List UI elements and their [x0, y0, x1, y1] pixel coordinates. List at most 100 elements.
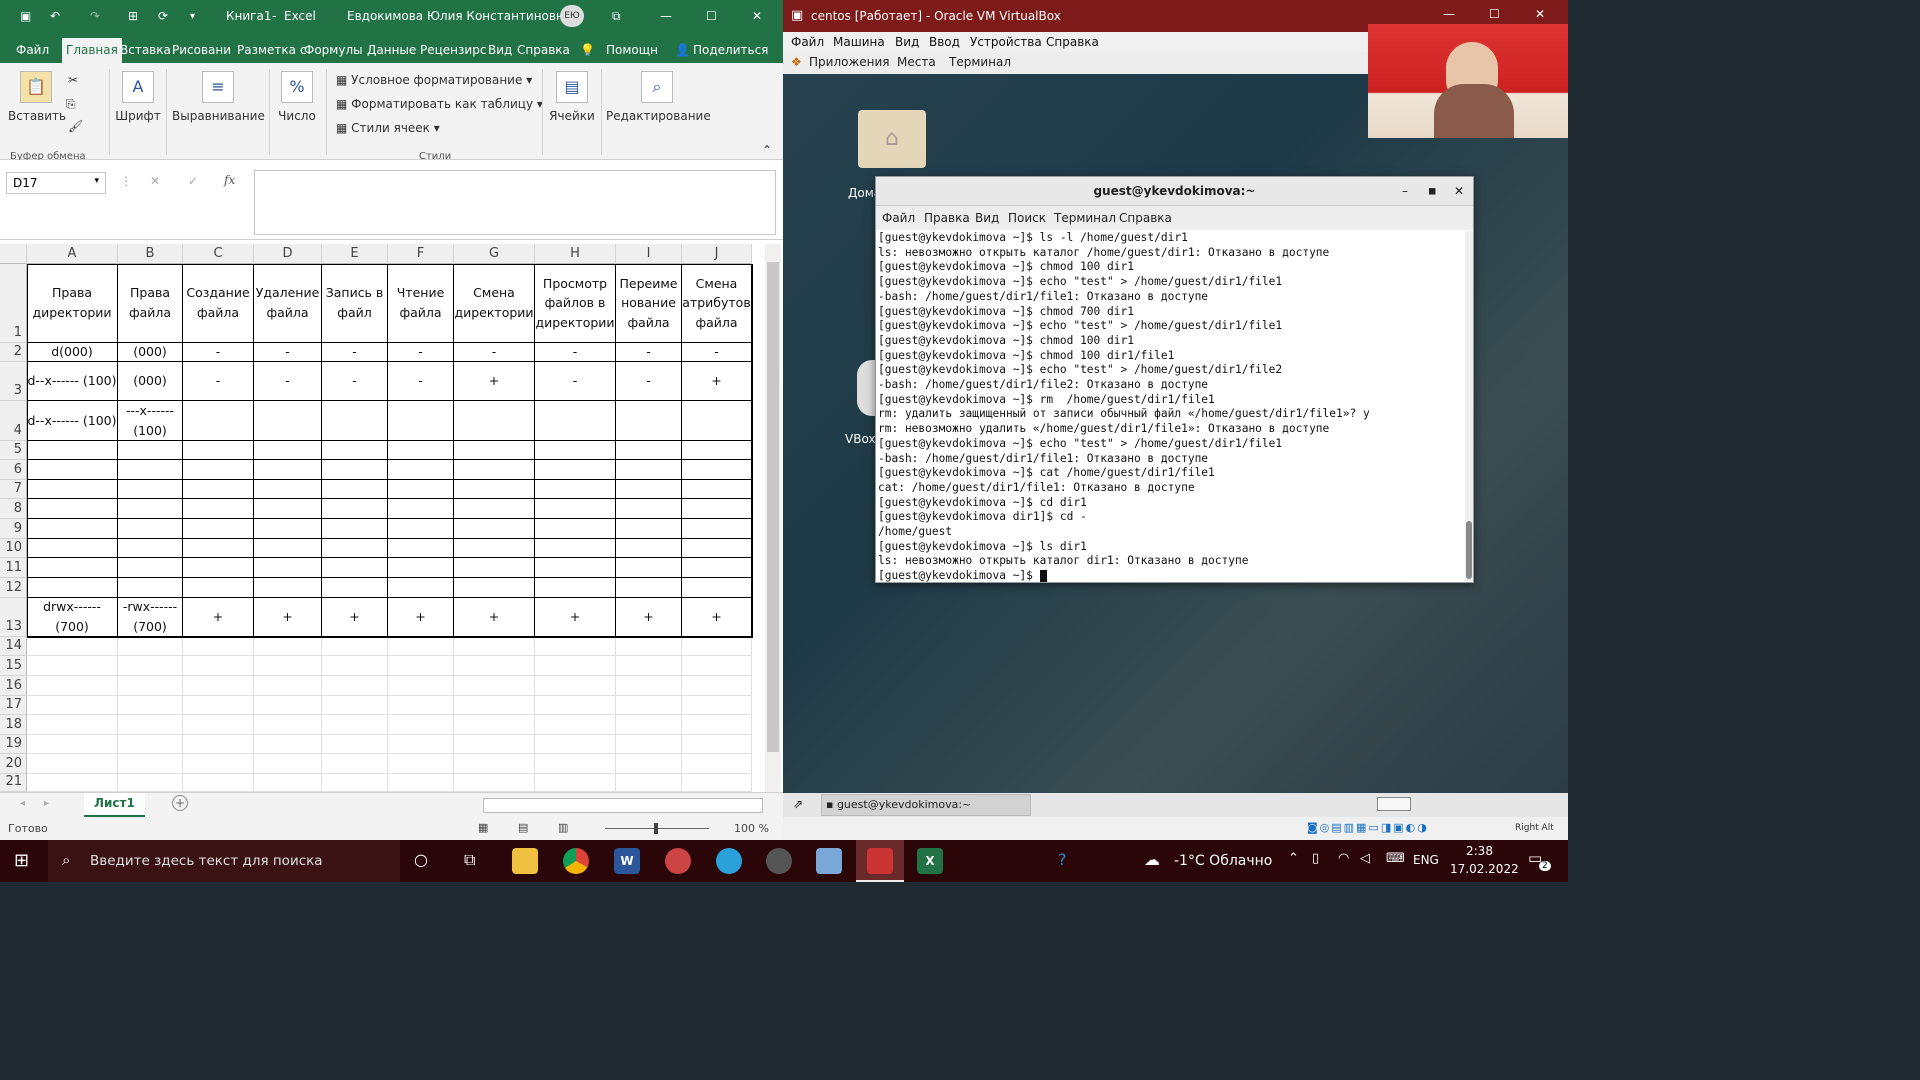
minimize-icon[interactable]: — [660, 9, 672, 23]
cell-d1[interactable]: Удаление файла [254, 264, 322, 343]
desktop-home-folder[interactable]: ⌂ Дома [848, 110, 926, 200]
cell-h14[interactable] [535, 637, 616, 656]
cell-i3[interactable]: - [616, 362, 682, 401]
cell-c9[interactable] [183, 519, 254, 539]
row-header-3[interactable]: 3 [0, 362, 27, 401]
select-all-corner[interactable] [0, 244, 27, 264]
cell-j20[interactable] [682, 754, 752, 774]
virtualbox-icon[interactable] [816, 848, 842, 874]
cell-e12[interactable] [322, 578, 388, 598]
cell-a21[interactable] [27, 774, 118, 792]
cell-i11[interactable] [616, 558, 682, 578]
vbox-menu-machine[interactable]: Машина [833, 35, 885, 49]
cell-g3[interactable]: + [454, 362, 535, 401]
cell-a6[interactable] [27, 460, 118, 480]
cell-c4[interactable] [183, 401, 254, 441]
cell-d7[interactable] [254, 480, 322, 499]
zoom-level[interactable]: 100 % [734, 822, 769, 835]
column-header-a[interactable]: A [27, 244, 118, 264]
cell-f12[interactable] [388, 578, 454, 598]
guest-task-terminal[interactable]: ▪ guest@ykevdokimova:~ [821, 794, 1031, 816]
cell-f21[interactable] [388, 774, 454, 792]
cell-f20[interactable] [388, 754, 454, 774]
prev-sheet-icon[interactable]: ◂ [20, 798, 25, 809]
gnome-places[interactable]: Места [897, 55, 936, 69]
cell-h16[interactable] [535, 676, 616, 696]
cell-f3[interactable]: - [388, 362, 454, 401]
cell-i1[interactable]: Переиме нование файла [616, 264, 682, 343]
workspace-switcher[interactable] [1377, 797, 1411, 811]
row-header-20[interactable]: 20 [0, 754, 27, 774]
term-menu-search[interactable]: Поиск [1008, 211, 1046, 225]
cell-i7[interactable] [616, 480, 682, 499]
cell-j10[interactable] [682, 539, 752, 558]
cell-g12[interactable] [454, 578, 535, 598]
cell-a7[interactable] [27, 480, 118, 499]
cell-e16[interactable] [322, 676, 388, 696]
worksheet-grid[interactable]: A B C D E F G H I J 1 2 3 4 5 6 7 8 9 10 11 12 13 14 15 16 17 18 19 2… [0, 240, 765, 792]
cell-c21[interactable] [183, 774, 254, 792]
tab-review[interactable]: Рецензирс [420, 43, 486, 57]
cell-d9[interactable] [254, 519, 322, 539]
row-header-11[interactable]: 11 [0, 558, 27, 578]
cell-h4[interactable] [535, 401, 616, 441]
cell-j18[interactable] [682, 715, 752, 735]
cell-g21[interactable] [454, 774, 535, 792]
share-button[interactable]: Поделиться [693, 43, 768, 57]
cell-j1[interactable]: Смена атрибутов файла [682, 264, 752, 343]
tab-data[interactable]: Данные [367, 43, 416, 57]
cell-h2[interactable]: - [535, 343, 616, 362]
cell-i18[interactable] [616, 715, 682, 735]
cell-b9[interactable] [118, 519, 183, 539]
cell-j16[interactable] [682, 676, 752, 696]
cell-b11[interactable] [118, 558, 183, 578]
row-header-9[interactable]: 9 [0, 519, 27, 539]
cell-b15[interactable] [118, 656, 183, 676]
excel-icon[interactable]: X [917, 848, 943, 874]
cell-b1[interactable]: Права файла [118, 264, 183, 343]
cell-f6[interactable] [388, 460, 454, 480]
cell-a16[interactable] [27, 676, 118, 696]
tab-file[interactable]: Файл [16, 43, 49, 57]
row-header-2[interactable]: 2 [0, 343, 27, 362]
cell-d15[interactable] [254, 656, 322, 676]
row-header-21[interactable]: 21 [0, 774, 27, 792]
chrome-icon[interactable] [563, 848, 589, 874]
zoom-thumb[interactable] [654, 823, 658, 834]
cell-e2[interactable]: - [322, 343, 388, 362]
volume-icon[interactable]: ◁ [1360, 851, 1370, 866]
vbox-menu-help[interactable]: Справка [1046, 35, 1099, 49]
term-menu-file[interactable]: Файл [882, 211, 915, 225]
cell-g17[interactable] [454, 696, 535, 715]
file-explorer-icon[interactable] [512, 848, 538, 874]
vbox-menu-devices[interactable]: Устройства [970, 35, 1042, 49]
wifi-icon[interactable]: ◠ [1338, 851, 1349, 866]
cell-d21[interactable] [254, 774, 322, 792]
task-view-icon[interactable]: ⧉ [464, 850, 475, 870]
cell-b13[interactable]: -rwx------ (700) [118, 598, 183, 637]
add-sheet-icon[interactable]: + [172, 795, 188, 811]
collapse-ribbon-icon[interactable]: ⌃ [762, 143, 772, 157]
column-header-d[interactable]: D [254, 244, 322, 264]
cell-f5[interactable] [388, 441, 454, 460]
cell-a11[interactable] [27, 558, 118, 578]
vbox-minimize-icon[interactable]: — [1443, 7, 1455, 21]
vbox-close-icon[interactable]: ✕ [1535, 7, 1545, 21]
cell-g7[interactable] [454, 480, 535, 499]
cell-h10[interactable] [535, 539, 616, 558]
gnome-applications[interactable]: Приложения [809, 55, 890, 69]
formula-input[interactable] [254, 170, 776, 235]
cell-f9[interactable] [388, 519, 454, 539]
cell-h5[interactable] [535, 441, 616, 460]
cell-j19[interactable] [682, 735, 752, 754]
cell-e18[interactable] [322, 715, 388, 735]
cell-j2[interactable]: - [682, 343, 752, 362]
cell-c20[interactable] [183, 754, 254, 774]
save-icon[interactable]: ▣ [20, 9, 31, 23]
cell-a10[interactable] [27, 539, 118, 558]
app-icon[interactable] [665, 848, 691, 874]
cell-d18[interactable] [254, 715, 322, 735]
cell-b6[interactable] [118, 460, 183, 480]
number-button[interactable]: % Число [274, 71, 320, 123]
cell-j6[interactable] [682, 460, 752, 480]
